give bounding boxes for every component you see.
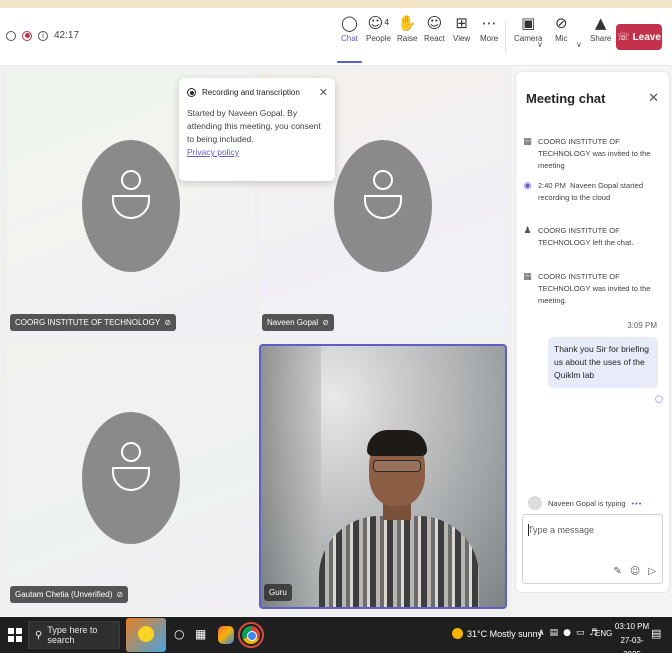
participant-video <box>261 346 505 607</box>
recording-icon <box>187 88 196 97</box>
network-icon[interactable]: ▤ <box>550 628 559 638</box>
participant-name-tag: COORG INSTITUTE OF TECHNOLOGY ⊘ <box>10 314 176 331</box>
windows-taskbar: ⚲ Type here to search ○ ▦ 31°C Mostly su… <box>0 617 672 653</box>
chat-icon: ◯ <box>341 14 358 32</box>
share-button[interactable]: ▲ Share <box>590 12 611 43</box>
shield-icon[interactable] <box>6 30 16 41</box>
active-speaker-tile[interactable]: Guru <box>259 344 507 609</box>
weather-widget[interactable]: 31°C Mostly sunny <box>452 628 542 639</box>
mic-button[interactable]: ⊘ Mic <box>555 12 568 43</box>
default-avatar-icon <box>334 140 432 272</box>
participant-name-tag: Gautam Chetia (Unverified) ⊘ <box>10 586 129 603</box>
raise-hand-button[interactable]: ✋ Raise <box>397 12 417 43</box>
chat-event: ♟ COORG INSTITUTE OF TECHNOLOGY left the… <box>523 226 634 247</box>
share-icon: ▲ <box>594 14 607 32</box>
default-avatar-icon <box>82 140 180 272</box>
hand-icon: ✋ <box>397 14 417 32</box>
info-icon[interactable]: i <box>38 30 48 41</box>
taskbar-search[interactable]: ⚲ Type here to search <box>28 621 120 649</box>
chat-event: ◉ 2:40 PM Naveen Gopal started recording… <box>523 181 644 202</box>
people-button[interactable]: ☺4 People <box>366 12 391 43</box>
chevron-up-icon[interactable]: ∧ <box>538 628 545 638</box>
people-count: 4 <box>384 18 390 27</box>
notification-icon[interactable]: ▤ <box>651 627 661 640</box>
participant-name-tag: Naveen Gopal ⊘ <box>262 314 334 331</box>
smile-icon: ☺ <box>426 14 443 32</box>
meeting-chat-panel: Meeting chat ✕ ▦ COORG INSTITUTE OF TECH… <box>516 72 669 592</box>
leave-button[interactable]: ☏ Leave <box>616 24 662 50</box>
system-tray: ∧ ▤ ● ▭ ♬ <box>538 628 598 638</box>
chat-panel-title: Meeting chat <box>526 91 606 106</box>
typing-dots-icon: ••• <box>631 498 643 508</box>
chrome-icon[interactable] <box>238 622 264 648</box>
toolbar-divider <box>505 22 506 52</box>
chat-event: ▦ COORG INSTITUTE OF TECHNOLOGY was invi… <box>523 137 651 170</box>
news-widget-icon[interactable] <box>126 618 166 652</box>
search-icon: ⚲ <box>35 629 43 641</box>
participant-name-tag: Guru <box>264 584 292 601</box>
recording-notice-popup: Recording and transcription ✕ Started by… <box>179 78 335 181</box>
windows-start-icon[interactable] <box>8 628 22 642</box>
person-add-icon: ▦ <box>523 272 532 282</box>
send-icon[interactable]: ▷ <box>648 566 656 577</box>
camera-button[interactable]: ▣ Camera <box>514 12 542 43</box>
format-icon[interactable]: ✎ <box>613 566 621 577</box>
message-compose-box[interactable]: ✎ ☺ ▷ <box>522 514 663 584</box>
participant-tile[interactable]: Gautam Chetia (Unverified) ⊘ <box>7 344 255 609</box>
chat-message-bubble[interactable]: Thank you Sir for briefing us about the … <box>548 337 658 388</box>
person-add-icon: ▦ <box>523 137 532 147</box>
clock-time: 03:10 PM <box>614 622 650 631</box>
mic-off-icon: ⊘ <box>164 318 171 327</box>
meeting-timer: 42:17 <box>54 30 80 41</box>
more-icon: ⋯ <box>481 14 497 32</box>
mic-off-icon: ⊘ <box>322 318 329 327</box>
recording-icon: ◉ <box>523 181 532 191</box>
camera-off-icon: ▣ <box>521 14 536 32</box>
cortana-icon[interactable]: ○ <box>174 627 184 641</box>
chat-event: ▦ COORG INSTITUTE OF TECHNOLOGY was invi… <box>523 272 651 305</box>
battery-icon[interactable]: ▭ <box>576 628 585 638</box>
mic-off-icon: ⊘ <box>116 590 124 599</box>
meeting-toolbar: i 42:17 ◯ Chat ☺4 People ✋ Raise ☺ React… <box>0 8 672 66</box>
seen-icon: ◯ <box>655 395 663 403</box>
more-button[interactable]: ⋯ More <box>480 12 498 43</box>
typing-indicator: Naveen Gopal is typing ••• <box>528 496 642 510</box>
language-indicator[interactable]: ENG <box>595 629 612 638</box>
recording-notice-message: Started by Naveen Gopal. By attending th… <box>187 108 321 144</box>
top-notification-strip <box>0 0 672 8</box>
copilot-icon[interactable] <box>218 626 234 644</box>
people-icon: ☺4 <box>367 14 390 32</box>
weather-sun-icon <box>452 628 463 639</box>
avatar <box>528 496 542 510</box>
privacy-policy-link[interactable]: Privacy policy <box>187 147 327 157</box>
grid-icon: ⊞ <box>455 14 468 32</box>
chat-button[interactable]: ◯ Chat <box>337 12 362 63</box>
task-view-icon[interactable]: ▦ <box>195 627 206 641</box>
person-leave-icon: ♟ <box>523 226 532 236</box>
emoji-icon[interactable]: ☺ <box>630 566 640 577</box>
mic-off-icon: ⊘ <box>555 14 568 32</box>
clock-date: 27-03-2025 <box>620 636 644 653</box>
mic-options-chevron-icon[interactable]: ∨ <box>576 40 582 49</box>
view-button[interactable]: ⊞ View <box>453 12 470 43</box>
close-icon[interactable]: ✕ <box>648 90 659 106</box>
camera-options-chevron-icon[interactable]: ∨ <box>537 40 543 49</box>
event-time: 2:40 PM <box>538 181 566 190</box>
close-icon[interactable]: ✕ <box>319 86 328 99</box>
mic-tray-icon[interactable]: ● <box>563 628 571 638</box>
message-input[interactable] <box>528 525 656 535</box>
message-time: 3:09 PM <box>627 321 657 330</box>
recording-notice-title: Recording and transcription <box>202 88 300 97</box>
react-button[interactable]: ☺ React <box>424 12 445 43</box>
taskbar-clock[interactable]: 03:10 PM 27-03-2025 <box>614 620 650 653</box>
phone-hangup-icon: ☏ <box>617 31 630 43</box>
default-avatar-icon <box>82 412 180 544</box>
recording-indicator-icon[interactable] <box>22 30 32 41</box>
meeting-status: i 42:17 <box>6 30 79 41</box>
